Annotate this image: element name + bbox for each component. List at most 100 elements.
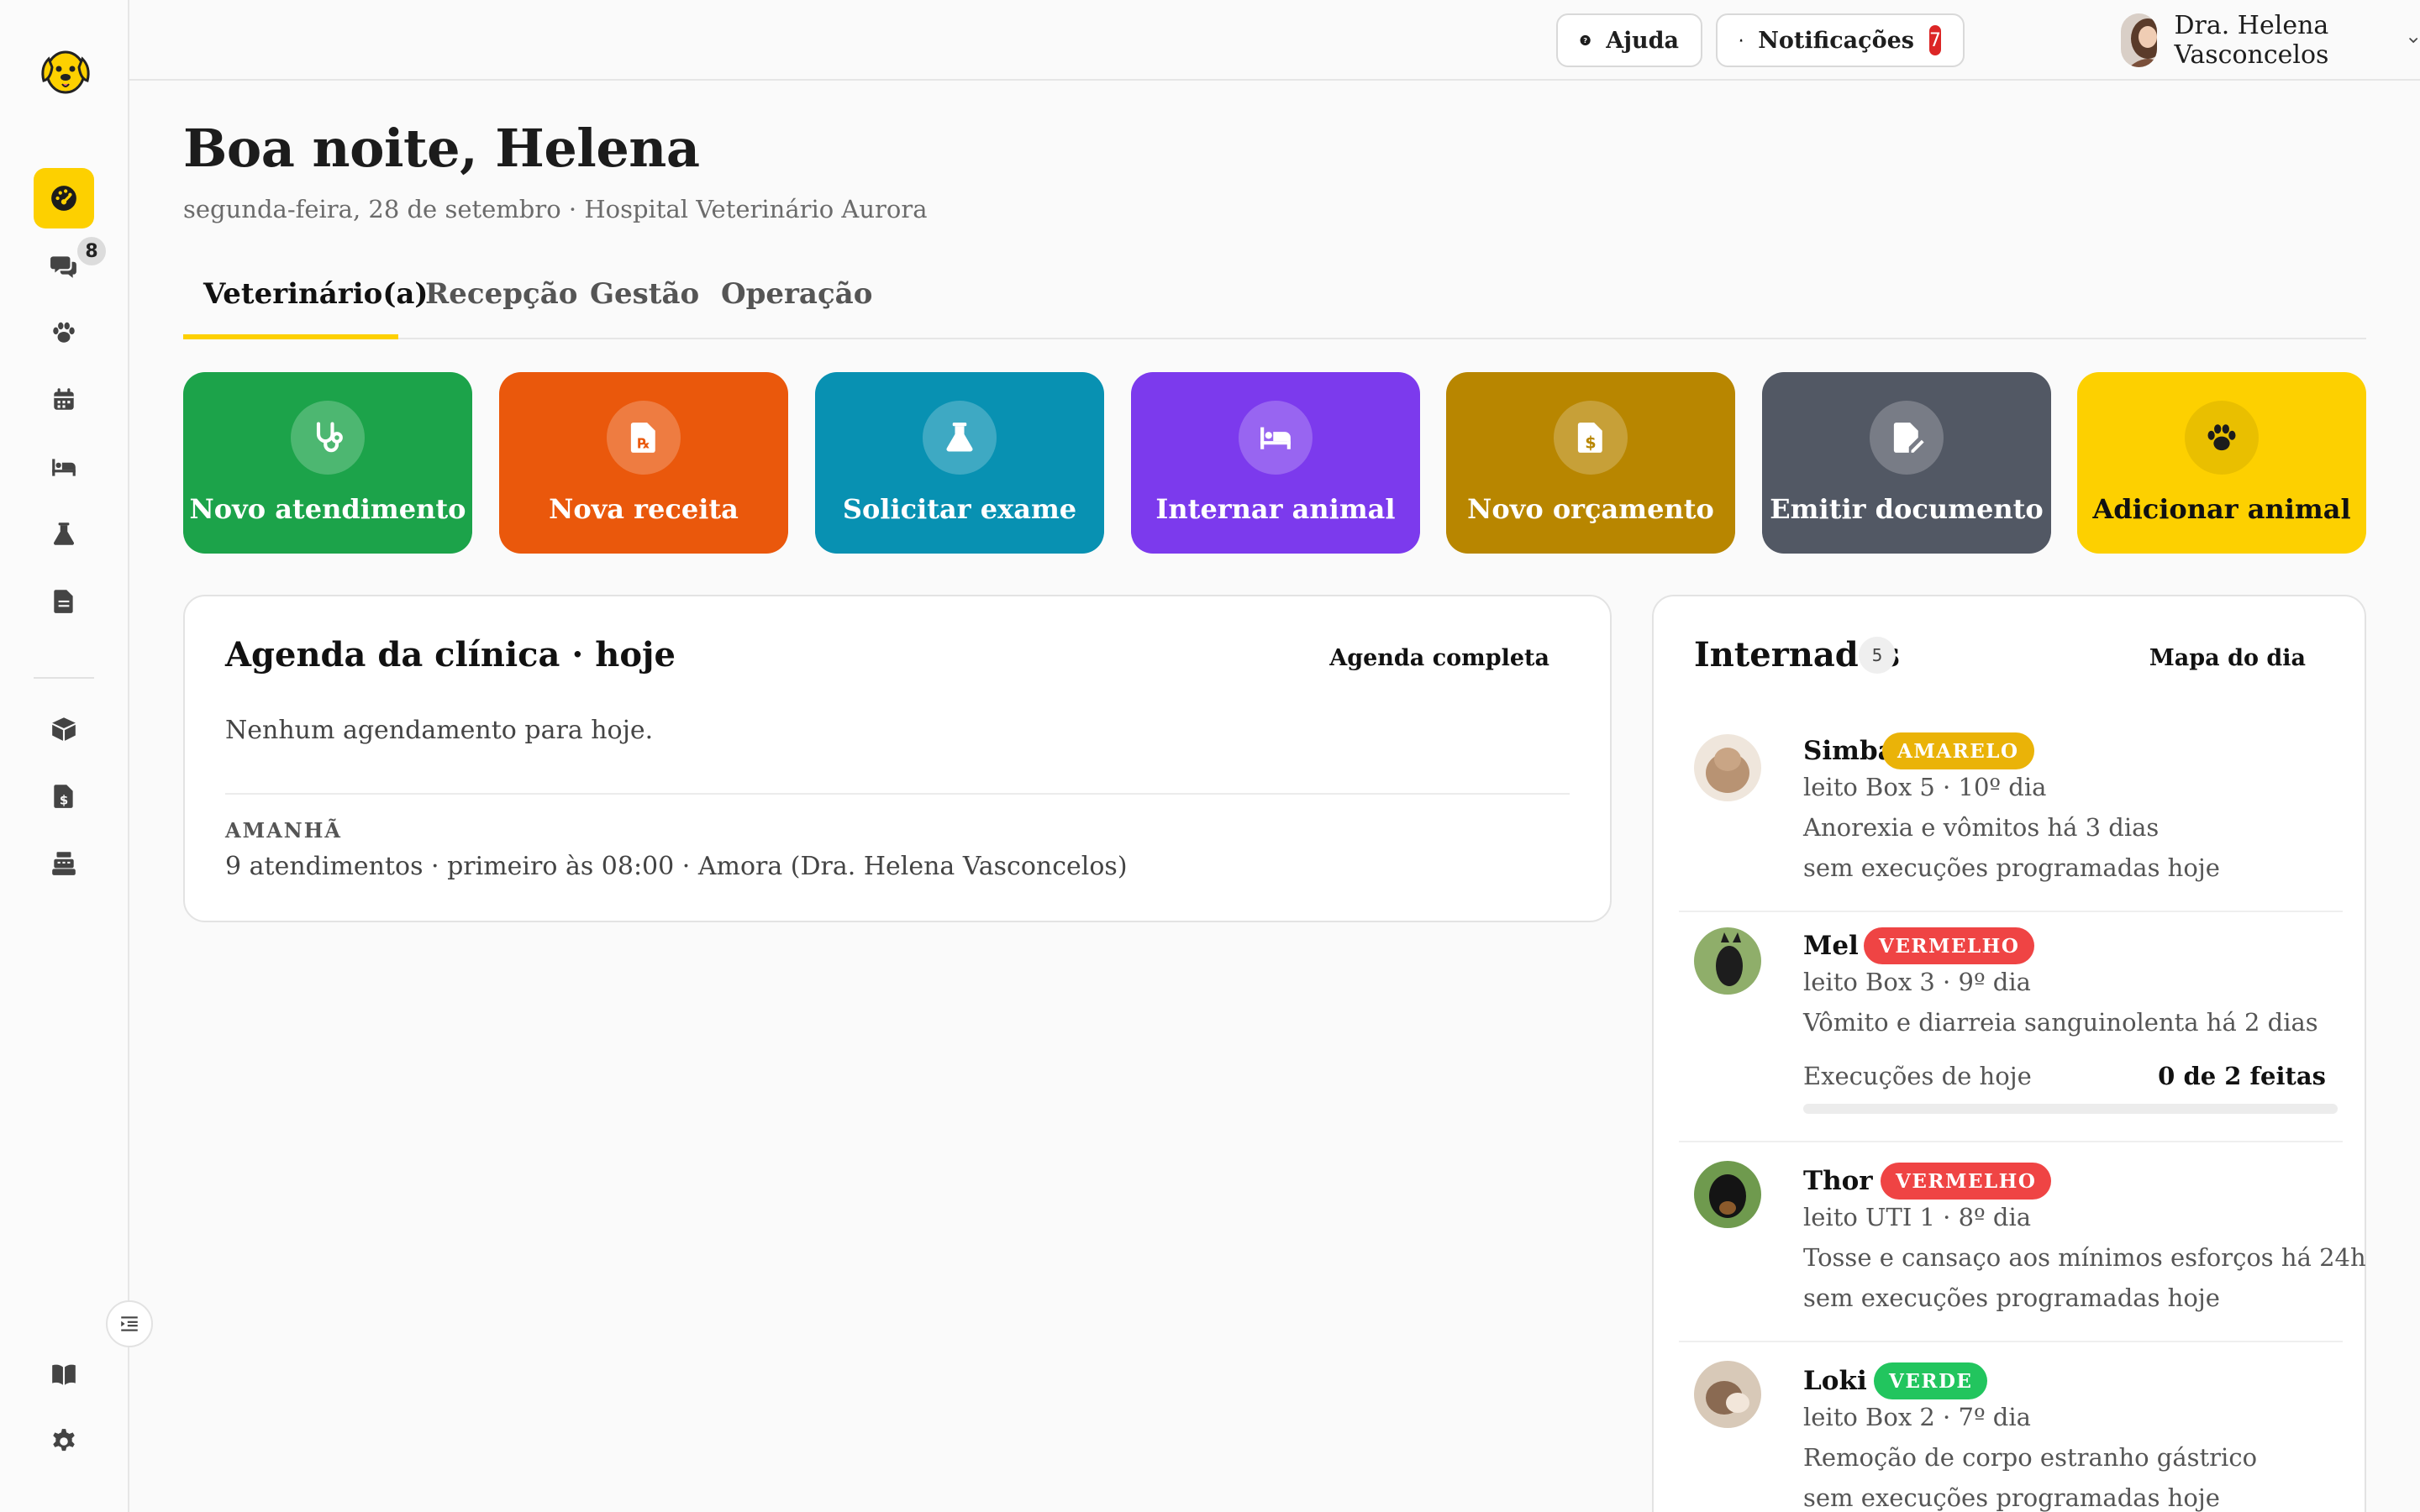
paw-icon (53, 322, 75, 343)
page-title: Boa noite, Helena (183, 118, 700, 179)
hospitalized-card: Internados 5 Mapa do dia Simba AMARELO l… (1652, 595, 2366, 1512)
status-badge: VERMELHO (1864, 927, 2035, 964)
request-exam-button[interactable]: Solicitar exame (815, 372, 1104, 554)
cash-register-icon (52, 852, 76, 875)
user-avatar (2121, 13, 2158, 67)
gear-icon (53, 1429, 75, 1452)
paw-icon (2207, 424, 2236, 451)
patient-row-loki[interactable]: Loki VERDE leito Box 2 · 7º dia Remoção … (1679, 1342, 2343, 1512)
day-map-link[interactable]: Mapa do dia (2149, 645, 2306, 671)
patient-row-mel[interactable]: Mel VERMELHO leito Box 3 · 9º dia Vômito… (1679, 912, 2343, 1142)
new-appointment-button[interactable]: Novo atendimento (183, 372, 472, 554)
sidebar-item-calendar[interactable] (34, 370, 94, 430)
bed-info: leito Box 5 · 10º dia (1803, 773, 2047, 801)
svg-text:$: $ (1585, 433, 1596, 452)
sidebar-item-settings[interactable] (34, 1411, 94, 1472)
pet-avatar-mel (1694, 927, 1761, 995)
complaint: Vômito e diarreia sanguinolenta há 2 dia… (1803, 1008, 2318, 1037)
sidebar-item-inventory[interactable] (34, 699, 94, 759)
quick-actions: Novo atendimento ℞ Nova receita Solicita… (183, 372, 2366, 554)
chevron-down-icon (2408, 38, 2417, 44)
bed-info: leito UTI 1 · 8º dia (1803, 1203, 2032, 1231)
bed-icon (52, 459, 76, 476)
add-animal-button[interactable]: Adicionar animal (2077, 372, 2366, 554)
full-agenda-link[interactable]: Agenda completa (1329, 645, 1549, 671)
patient-row-thor[interactable]: Thor VERMELHO leito UTI 1 · 8º dia Tosse… (1679, 1142, 2366, 1342)
pet-avatar-thor (1694, 1161, 1761, 1228)
bed-icon (1260, 427, 1291, 449)
tab-operacao[interactable]: Operação (721, 277, 872, 311)
bed-info: leito Box 2 · 7º dia (1803, 1403, 2031, 1431)
tab-recepcao[interactable]: Recepção (425, 277, 577, 311)
user-menu[interactable]: Dra. Helena Vasconcelos (2121, 11, 2420, 70)
book-icon (52, 1364, 76, 1385)
executions-count: 0 de 2 feitas (2158, 1062, 2326, 1090)
status-badge: VERMELHO (1881, 1163, 2052, 1200)
messages-count-badge: 8 (77, 237, 106, 265)
new-estimate-button[interactable]: $ Novo orçamento (1446, 372, 1735, 554)
flask-icon (946, 423, 973, 452)
bed-info: leito Box 3 · 9º dia (1803, 968, 2031, 996)
action-label: Internar animal (1155, 493, 1396, 525)
hospitalize-animal-button[interactable]: Internar animal (1131, 372, 1420, 554)
status-badge: AMARELO (1882, 732, 2034, 769)
page-subtitle: segunda-feira, 28 de setembro · Hospital… (183, 195, 928, 223)
dog-logo-icon[interactable] (37, 37, 94, 97)
help-label: Ajuda (1606, 27, 1679, 54)
agenda-empty-message: Nenhum agendamento para hoje. (225, 716, 654, 745)
svg-text:?: ? (1583, 36, 1587, 45)
pet-name: Thor (1803, 1166, 1873, 1196)
sidebar-item-hospitalization[interactable] (34, 437, 94, 497)
complaint: Anorexia e vômitos há 3 dias (1803, 813, 2160, 842)
box-icon (52, 717, 76, 741)
help-button[interactable]: ? Ajuda (1556, 13, 1702, 67)
agenda-title: Agenda da clínica · hoje (225, 635, 676, 675)
flask-icon (54, 522, 74, 545)
invoice-dollar-icon: $ (54, 785, 73, 808)
pet-name: Simba (1803, 736, 1895, 766)
sidebar: 8 $ (0, 0, 129, 1512)
notifications-button[interactable]: Notificações 7 (1716, 13, 1965, 67)
sidebar-item-messages[interactable]: 8 (34, 235, 106, 296)
agenda-divider (225, 793, 1570, 795)
status-badge: VERDE (1874, 1362, 1988, 1399)
tab-veterinario[interactable]: Veterinário(a) (203, 277, 429, 311)
sidebar-collapse-button[interactable] (106, 1300, 153, 1347)
execution-note: sem execuções programadas hoje (1803, 1284, 2220, 1312)
sidebar-item-exams[interactable] (34, 504, 94, 564)
agenda-tomorrow-label: AMANHÃ (225, 818, 343, 843)
pet-avatar-simba (1694, 734, 1761, 801)
sidebar-item-dashboard[interactable] (34, 168, 94, 228)
action-label: Novo atendimento (189, 493, 466, 525)
patient-row-simba[interactable]: Simba AMARELO leito Box 5 · 10º dia Anor… (1679, 726, 2343, 912)
execution-note: sem execuções programadas hoje (1803, 853, 2220, 882)
user-name: Dra. Helena Vasconcelos (2174, 11, 2329, 70)
complaint: Remoção de corpo estranho gástrico (1803, 1443, 2258, 1472)
bell-icon (1739, 39, 1743, 43)
action-label: Solicitar exame (842, 493, 1077, 525)
file-signature-icon (1893, 423, 1924, 453)
action-label: Emitir documento (1770, 493, 2044, 525)
sidebar-item-animals[interactable] (34, 302, 94, 363)
issue-document-button[interactable]: Emitir documento (1762, 372, 2051, 554)
document-icon (54, 590, 73, 613)
new-prescription-button[interactable]: ℞ Nova receita (499, 372, 788, 554)
executions-label: Execuções de hoje (1803, 1062, 2032, 1090)
sidebar-item-guide[interactable] (34, 1344, 94, 1404)
sidebar-item-cashier[interactable] (34, 833, 94, 894)
action-label: Adicionar animal (2092, 493, 2351, 525)
pet-name: Loki (1803, 1366, 1867, 1396)
agenda-card: Agenda da clínica · hoje Agenda completa… (183, 595, 1612, 922)
action-label: Nova receita (549, 493, 739, 525)
sidebar-item-documents[interactable] (34, 571, 94, 632)
pet-avatar-loki (1694, 1361, 1761, 1428)
active-tab-indicator (183, 334, 398, 339)
agenda-tomorrow-summary: 9 atendimentos · primeiro às 08:00 · Amo… (225, 852, 1128, 881)
svg-text:$: $ (60, 793, 68, 808)
tab-gestao[interactable]: Gestão (590, 277, 699, 311)
role-tabs: Veterinário(a) Recepção Gestão Operação (183, 269, 2366, 339)
sidebar-item-billing[interactable]: $ (34, 766, 94, 827)
invoice-dollar-icon: $ (1577, 423, 1602, 453)
svg-text:℞: ℞ (638, 435, 650, 451)
action-label: Novo orçamento (1467, 493, 1714, 525)
